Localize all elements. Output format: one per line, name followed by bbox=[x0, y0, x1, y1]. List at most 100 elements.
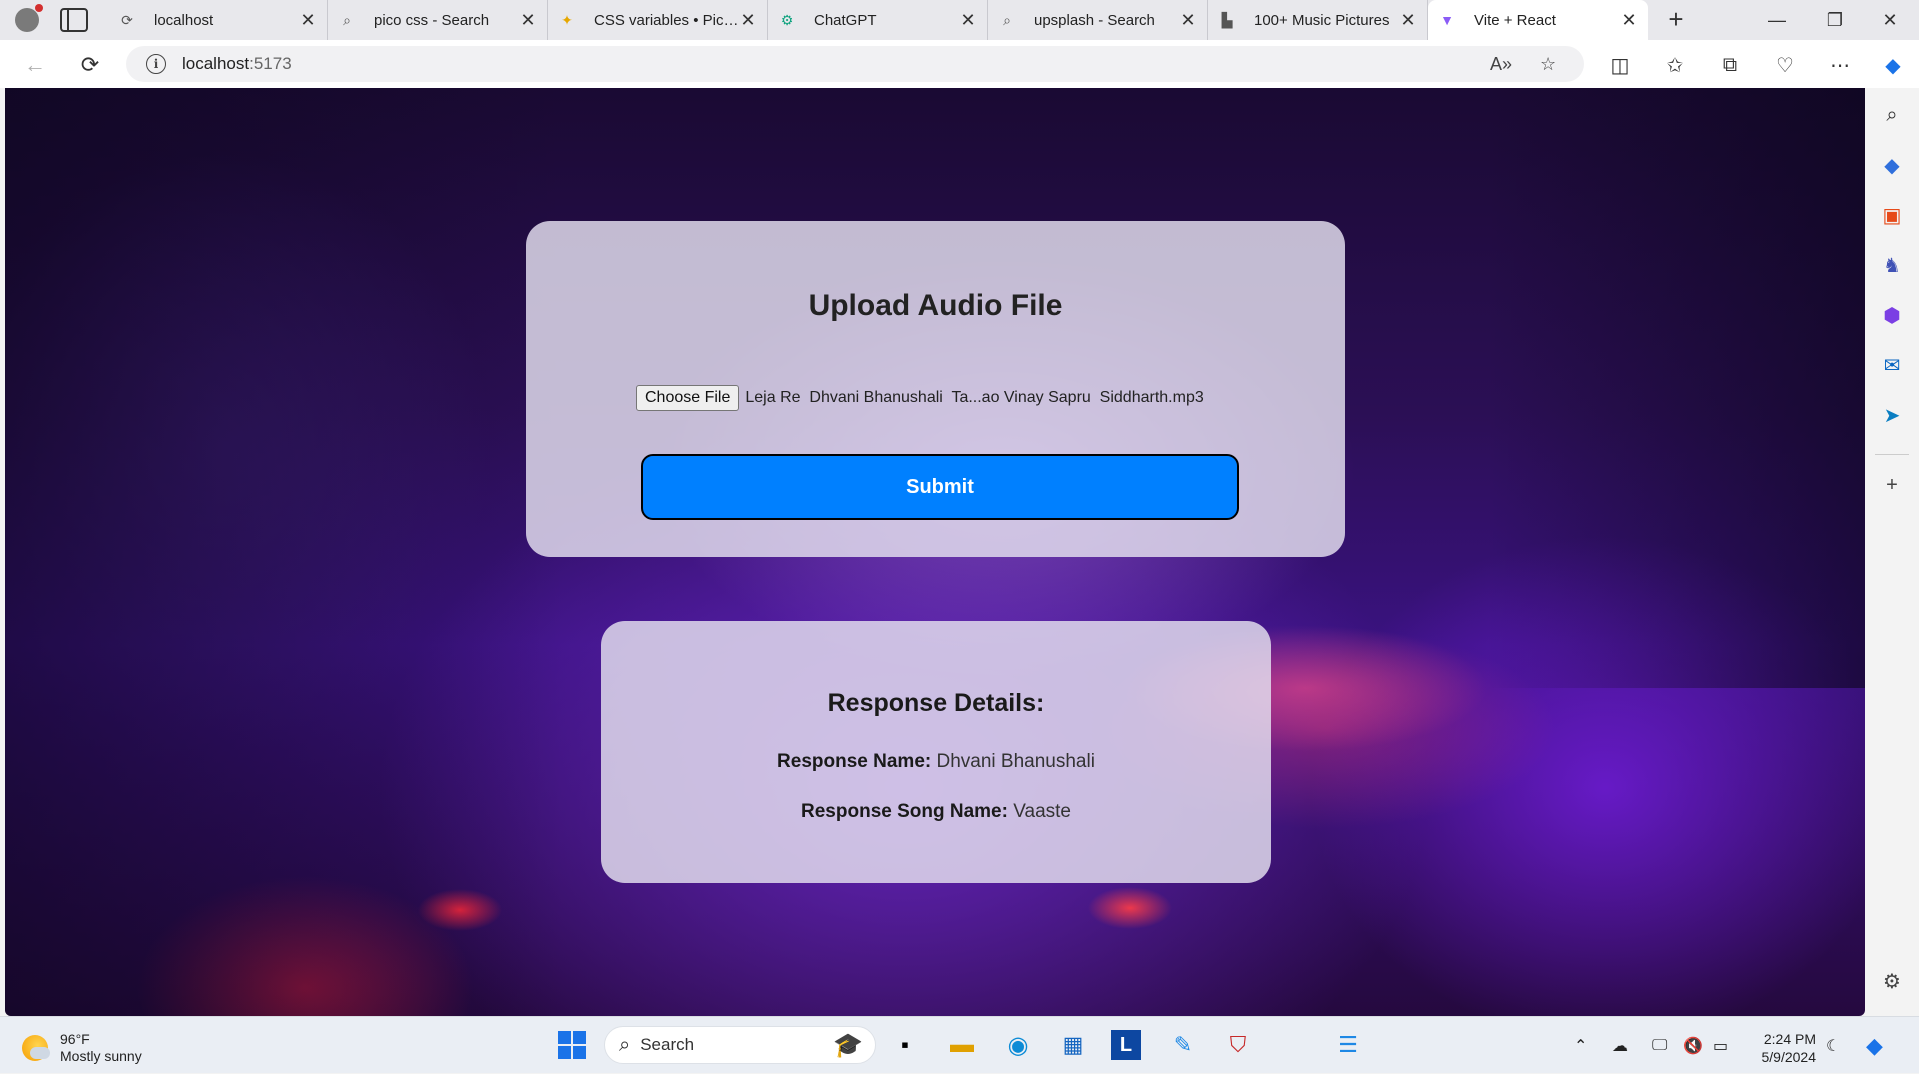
choose-file-button[interactable]: Choose File bbox=[636, 385, 740, 411]
page-viewport: Upload Audio File Choose File Leja Re Dh… bbox=[5, 88, 1865, 1016]
pen-app-icon[interactable]: ✎ bbox=[1166, 1028, 1200, 1062]
onedrive-offline-icon[interactable]: ☁ bbox=[1612, 1017, 1628, 1074]
file-input[interactable]: Choose File Leja Re Dhvani Bhanushali Ta… bbox=[636, 385, 1204, 411]
copilot-taskbar-icon[interactable]: ◆ bbox=[1866, 1017, 1883, 1074]
collections-icon[interactable]: ⧉ bbox=[1715, 50, 1745, 80]
close-tab-icon[interactable]: ✕ bbox=[739, 10, 757, 31]
url-text: localhost:5173 bbox=[182, 54, 292, 73]
close-tab-icon[interactable]: ✕ bbox=[1620, 10, 1638, 31]
add-icon[interactable]: + bbox=[1877, 470, 1907, 500]
response-song-row: Response Song Name: Vaaste bbox=[601, 801, 1271, 823]
page-refresh-icon: ⟳ bbox=[121, 11, 133, 28]
copilot-icon[interactable]: ◆ bbox=[1878, 50, 1908, 80]
weather-widget[interactable]: 96°F Mostly sunny bbox=[22, 1031, 142, 1065]
chatgpt-icon: ⚙ bbox=[780, 11, 794, 28]
letter-l-app-icon[interactable]: L bbox=[1111, 1030, 1141, 1060]
split-screen-icon[interactable]: ◫ bbox=[1605, 50, 1635, 80]
tools-briefcase-icon[interactable]: ▣ bbox=[1877, 200, 1907, 230]
store-icon[interactable]: ▦ bbox=[1056, 1028, 1090, 1062]
windows-taskbar: 96°F Mostly sunny ⌕ Search 🎓 ▪ ▬ ◉ ▦ L ✎… bbox=[0, 1016, 1919, 1073]
outlook-icon[interactable]: ✉ bbox=[1877, 350, 1907, 380]
tab-localhost[interactable]: ⟳ localhost ✕ bbox=[108, 0, 328, 40]
favorites-icon[interactable]: ✩ bbox=[1660, 50, 1690, 80]
vite-icon: ▼ bbox=[1440, 12, 1454, 28]
upload-title: Upload Audio File bbox=[808, 289, 1063, 322]
response-name-label: Response Name: bbox=[777, 751, 932, 772]
shopping-tag-icon[interactable]: ◆ bbox=[1877, 150, 1907, 180]
restore-icon[interactable]: ❐ bbox=[1806, 0, 1864, 40]
response-song-label: Response Song Name: bbox=[801, 801, 1008, 822]
read-aloud-icon[interactable]: A» bbox=[1490, 46, 1512, 82]
notepad-icon[interactable]: ☰ bbox=[1331, 1028, 1365, 1062]
clock-date: 5/9/2024 bbox=[1761, 1049, 1817, 1065]
new-tab-button[interactable]: + bbox=[1660, 5, 1692, 35]
show-hidden-icons-chevron-icon[interactable]: ⌃ bbox=[1574, 1017, 1587, 1074]
battery-icon[interactable]: ▭ bbox=[1713, 1017, 1728, 1074]
more-options-icon[interactable]: ⋯ bbox=[1825, 50, 1855, 80]
tab-vite-react[interactable]: ▼ Vite + React ✕ bbox=[1428, 0, 1648, 40]
minimize-icon[interactable]: — bbox=[1748, 0, 1806, 40]
partly-sunny-icon bbox=[22, 1035, 50, 1061]
search-icon: ⌕ bbox=[1003, 11, 1011, 28]
taskbar-search-label: Search bbox=[640, 1035, 695, 1054]
upload-card: Upload Audio File Choose File Leja Re Dh… bbox=[526, 221, 1345, 557]
close-tab-icon[interactable]: ✕ bbox=[959, 10, 977, 31]
response-card: Response Details: Response Name: Dhvani … bbox=[601, 621, 1271, 883]
response-name-value: Dhvani Bhanushali bbox=[936, 751, 1095, 772]
close-tab-icon[interactable]: ✕ bbox=[1399, 10, 1417, 31]
unsplash-icon: ▙ bbox=[1221, 11, 1233, 28]
tab-chatgpt[interactable]: ⚙ ChatGPT ✕ bbox=[768, 0, 988, 40]
profile-button[interactable] bbox=[10, 4, 44, 35]
sidebar-divider bbox=[1875, 454, 1909, 455]
pico-icon: ✦ bbox=[561, 11, 573, 28]
background-shade bbox=[1445, 88, 1865, 688]
task-view-icon[interactable]: ▪ bbox=[888, 1028, 922, 1062]
favorite-star-icon[interactable]: ☆ bbox=[1540, 46, 1556, 82]
clock-time: 2:24 PM bbox=[1763, 1031, 1816, 1047]
games-icon[interactable]: ♞ bbox=[1877, 250, 1907, 280]
address-bar[interactable]: i localhost:5173 A» ☆ bbox=[126, 46, 1584, 82]
windows-logo-icon bbox=[558, 1031, 586, 1059]
start-button[interactable] bbox=[555, 1028, 589, 1062]
reload-icon[interactable]: ⟳ bbox=[75, 50, 105, 80]
office-icon[interactable]: ⬢ bbox=[1877, 300, 1907, 330]
tab-css-variables[interactable]: ✦ CSS variables • Pico CSS ✕ bbox=[548, 0, 768, 40]
network-icon[interactable]: 🖵 bbox=[1652, 1017, 1667, 1074]
tab-list: ⟳ localhost ✕ ⌕ pico css - Search ✕ ✦ CS… bbox=[108, 0, 1648, 40]
system-clock[interactable]: 2:24 PM 5/9/2024 bbox=[1752, 1030, 1817, 1066]
file-explorer-icon[interactable]: ▬ bbox=[945, 1028, 979, 1062]
focus-assist-icon[interactable]: ☾ bbox=[1826, 1017, 1840, 1074]
response-heading: Response Details: bbox=[827, 689, 1045, 717]
tab-music-pictures[interactable]: ▙ 100+ Music Pictures ✕ bbox=[1208, 0, 1428, 40]
send-icon[interactable]: ➤ bbox=[1877, 400, 1907, 430]
close-tab-icon[interactable]: ✕ bbox=[299, 10, 317, 31]
tab-upsplash-search[interactable]: ⌕ upsplash - Search ✕ bbox=[988, 0, 1208, 40]
selected-file-name: Leja Re Dhvani Bhanushali Ta...ao Vinay … bbox=[745, 389, 1204, 406]
search-icon: ⌕ bbox=[619, 1033, 631, 1056]
tab-pico-search[interactable]: ⌕ pico css - Search ✕ bbox=[328, 0, 548, 40]
search-icon: ⌕ bbox=[343, 11, 351, 28]
tab-actions-icon[interactable] bbox=[60, 8, 88, 32]
close-tab-icon[interactable]: ✕ bbox=[1179, 10, 1197, 31]
weather-temperature: 96°F bbox=[60, 1031, 90, 1047]
settings-gear-icon[interactable]: ⚙ bbox=[1877, 966, 1907, 996]
response-song-value: Vaaste bbox=[1013, 801, 1071, 822]
edge-sidebar: ⌕ ◆ ▣ ♞ ⬢ ✉ ➤ + ⚙ bbox=[1865, 88, 1919, 1016]
browser-essentials-icon[interactable]: ♡ bbox=[1770, 50, 1800, 80]
close-tab-icon[interactable]: ✕ bbox=[519, 10, 537, 31]
site-info-icon[interactable]: i bbox=[146, 54, 166, 74]
edge-browser-icon[interactable]: ◉ bbox=[1001, 1028, 1035, 1062]
browser-toolbar: ← ⟳ i localhost:5173 A» ☆ ◫ ✩ ⧉ ♡ ⋯ ◆ bbox=[0, 40, 1919, 88]
profile-avatar-icon bbox=[15, 4, 43, 32]
tab-strip: ⟳ localhost ✕ ⌕ pico css - Search ✕ ✦ CS… bbox=[0, 0, 1919, 40]
taskbar-search[interactable]: ⌕ Search 🎓 bbox=[604, 1026, 876, 1064]
close-window-icon[interactable]: ✕ bbox=[1861, 0, 1919, 40]
graduation-cap-icon: 🎓 bbox=[833, 1032, 863, 1059]
response-name-row: Response Name: Dhvani Bhanushali bbox=[601, 751, 1271, 773]
weather-description: Mostly sunny bbox=[60, 1048, 142, 1064]
search-icon[interactable]: ⌕ bbox=[1877, 100, 1907, 130]
submit-button[interactable]: Submit bbox=[641, 454, 1239, 520]
volume-muted-icon[interactable]: 🔇 bbox=[1683, 1017, 1703, 1074]
back-arrow-icon[interactable]: ← bbox=[20, 50, 50, 80]
mcafee-shield-icon[interactable]: ⛉ bbox=[1221, 1028, 1255, 1062]
